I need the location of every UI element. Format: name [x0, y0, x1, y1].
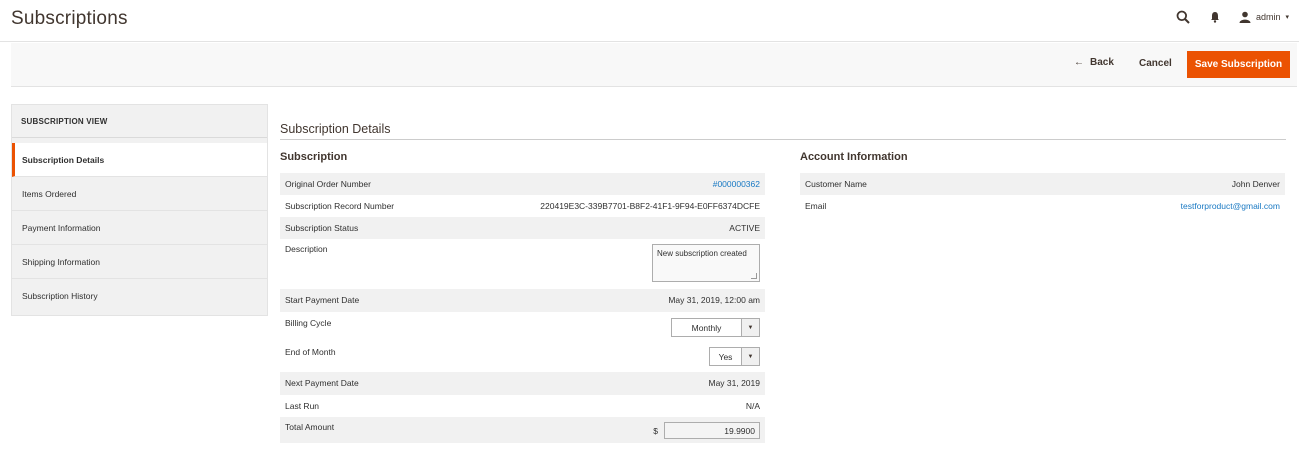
row-label: Billing Cycle — [285, 318, 332, 328]
row-label: Subscription Record Number — [285, 201, 395, 211]
subscription-table: Original Order Number #000000362 Subscri… — [280, 173, 765, 443]
row-label: Description — [285, 244, 328, 254]
sidebar: SUBSCRIPTION VIEW Subscription Details I… — [11, 104, 268, 316]
sidebar-title: SUBSCRIPTION VIEW — [12, 105, 267, 138]
total-amount-input[interactable] — [664, 422, 760, 439]
table-row: Description New subscription created — [280, 239, 765, 289]
back-label: Back — [1090, 57, 1114, 68]
next-payment-date: May 31, 2019 — [708, 378, 760, 388]
total-amount-field: $ — [653, 422, 760, 439]
cancel-button[interactable]: Cancel — [1139, 58, 1172, 69]
table-row: Last Run N/A — [280, 395, 765, 417]
page-actions-bar: ← Back Cancel Save Subscription — [11, 43, 1297, 87]
arrow-left-icon: ← — [1074, 57, 1084, 68]
admin-user-menu[interactable]: admin ▾ — [1239, 11, 1289, 23]
account-information-heading: Account Information — [800, 151, 908, 163]
customer-email-link[interactable]: testforproduct@gmail.com — [1181, 201, 1280, 211]
table-row: Billing Cycle Monthly ▼ — [280, 312, 765, 342]
row-label: End of Month — [285, 347, 336, 357]
subscription-status: ACTIVE — [729, 223, 760, 233]
last-run: N/A — [745, 401, 760, 411]
currency-symbol: $ — [653, 425, 658, 436]
search-icon[interactable] — [1175, 9, 1191, 25]
subscription-heading: Subscription — [280, 151, 348, 163]
user-icon — [1239, 11, 1251, 23]
table-row: Email testforproduct@gmail.com — [800, 195, 1285, 217]
table-row: Start Payment Date May 31, 2019, 12:00 a… — [280, 289, 765, 312]
sidebar-item-payment-information[interactable]: Payment Information — [12, 211, 267, 245]
sidebar-item-label: Payment Information — [22, 222, 101, 233]
row-label: Customer Name — [805, 179, 867, 189]
end-of-month-value: Yes — [718, 351, 733, 362]
page-header: Subscriptions admin ▾ — [0, 0, 1299, 42]
chevron-down-icon: ▼ — [741, 319, 759, 336]
table-row: Total Amount $ — [280, 417, 765, 443]
table-row: End of Month Yes ▼ — [280, 342, 765, 372]
sidebar-item-label: Subscription Details — [22, 154, 105, 165]
sidebar-item-shipping-information[interactable]: Shipping Information — [12, 245, 267, 279]
billing-cycle-value: Monthly — [691, 322, 722, 333]
billing-cycle-select[interactable]: Monthly ▼ — [671, 318, 760, 337]
start-payment-date: May 31, 2019, 12:00 am — [668, 295, 760, 305]
subscription-record-number: 220419E3C-339B7701-B8F2-41F1-9F94-E0FF63… — [540, 201, 760, 211]
table-row: Subscription Status ACTIVE — [280, 217, 765, 239]
row-label: Original Order Number — [285, 179, 371, 189]
row-label: Email — [805, 201, 827, 211]
table-row: Original Order Number #000000362 — [280, 173, 765, 195]
back-button[interactable]: ← Back — [1074, 57, 1114, 68]
description-textarea[interactable]: New subscription created — [652, 244, 760, 282]
account-information-table: Customer Name John Denver Email testforp… — [800, 173, 1285, 217]
table-row: Subscription Record Number 220419E3C-339… — [280, 195, 765, 217]
customer-name: John Denver — [1231, 179, 1280, 189]
sidebar-item-label: Shipping Information — [22, 256, 100, 267]
table-row: Customer Name John Denver — [800, 173, 1285, 195]
table-row: Next Payment Date May 31, 2019 — [280, 372, 765, 395]
sidebar-item-subscription-details[interactable]: Subscription Details — [12, 143, 267, 177]
chevron-down-icon: ▼ — [741, 348, 759, 365]
save-subscription-button[interactable]: Save Subscription — [1187, 51, 1290, 78]
sidebar-item-label: Items Ordered — [22, 188, 77, 199]
sidebar-item-label: Subscription History — [22, 291, 98, 301]
page-title: Subscriptions — [11, 8, 128, 29]
section-divider — [280, 139, 1286, 140]
row-label: Last Run — [285, 401, 320, 411]
section-title: Subscription Details — [280, 122, 391, 136]
sidebar-item-items-ordered[interactable]: Items Ordered — [12, 177, 267, 211]
row-label: Start Payment Date — [285, 295, 360, 305]
header-actions: admin ▾ — [1175, 8, 1289, 26]
user-name: admin — [1255, 12, 1281, 22]
end-of-month-select[interactable]: Yes ▼ — [709, 347, 760, 366]
row-label: Next Payment Date — [285, 378, 359, 388]
sidebar-item-subscription-history[interactable]: Subscription History — [12, 279, 267, 313]
chevron-down-icon: ▾ — [1285, 14, 1289, 21]
row-label: Subscription Status — [285, 223, 359, 233]
original-order-link[interactable]: #000000362 — [713, 179, 760, 189]
row-label: Total Amount — [285, 422, 335, 432]
bell-icon[interactable] — [1207, 9, 1223, 25]
